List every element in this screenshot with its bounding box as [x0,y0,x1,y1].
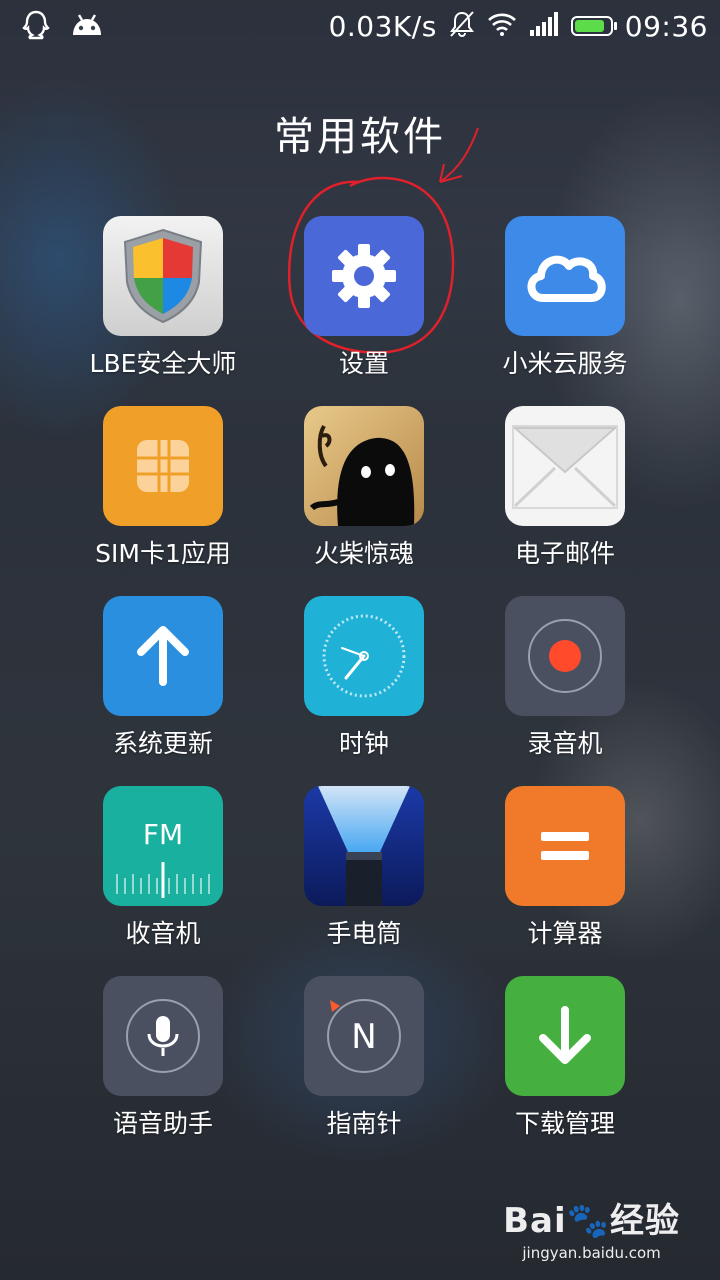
battery-icon [570,16,617,36]
app-label: 收音机 [125,919,201,948]
watermark-url: jingyan.baidu.com [522,1244,661,1262]
watermark-brand-cn: 经验 [610,1201,680,1241]
flashlight-icon [304,786,424,906]
cloud-icon [505,216,625,336]
app-label: 时钟 [338,729,389,758]
app-label: 火柴惊魂 [313,539,414,568]
app-system-update[interactable]: 系统更新 [63,596,263,776]
app-mi-cloud[interactable]: 小米云服务 [465,216,665,396]
watermark-brand-latin: Bai [503,1201,567,1241]
shield-icon [103,216,223,336]
app-label: 录音机 [527,729,603,758]
clock-time: 09:36 [624,9,708,43]
app-settings[interactable]: 设置 [264,216,464,396]
clock-icon [304,596,424,716]
qq-icon [22,10,50,44]
app-label: 计算器 [527,919,603,948]
folder-title[interactable]: 常用软件 [0,104,720,162]
app-email[interactable]: 电子邮件 [465,406,665,586]
baidu-jingyan-watermark: Bai🐾经验 jingyan.baidu.com [503,1193,680,1262]
app-compass[interactable]: N 指南针 [264,976,464,1156]
app-label: 下载管理 [514,1109,615,1138]
arrow-up-icon [103,596,223,716]
app-calculator[interactable]: 计算器 [465,786,665,966]
app-lbe-security[interactable]: LBE安全大师 [63,216,263,396]
sim-card-icon [103,406,223,526]
app-label: 设置 [338,349,389,378]
app-clock[interactable]: 时钟 [264,596,464,776]
paw-icon: 🐾 [566,1201,610,1241]
app-voice-assistant[interactable]: 语音助手 [63,976,263,1156]
app-label: LBE安全大师 [89,349,237,378]
status-bar: 0.03K/s 09:36 [0,0,720,52]
gear-icon [304,216,424,336]
fm-radio-icon: FM [103,786,223,906]
app-recorder[interactable]: 录音机 [465,596,665,776]
arrow-down-icon [505,976,625,1096]
signal-icon [529,12,559,40]
compass-icon: N [304,976,424,1096]
app-fm-radio[interactable]: FM 收音机 [63,786,263,966]
envelope-icon [505,406,625,526]
svg-text:FM: FM [143,818,183,851]
app-label: 小米云服务 [502,349,628,378]
record-icon [505,596,625,716]
battery-level [574,20,604,32]
svg-text:N: N [351,1017,376,1057]
app-label: 电子邮件 [514,539,615,568]
app-label: 系统更新 [112,729,213,758]
wifi-icon [487,12,517,40]
game-character-icon [304,406,424,526]
app-label: 语音助手 [112,1109,213,1138]
app-download-manager[interactable]: 下载管理 [465,976,665,1156]
android-icon [70,11,104,43]
equals-icon [505,786,625,906]
microphone-icon [103,976,223,1096]
app-label: SIM卡1应用 [95,539,231,568]
app-matchstick-horror-game[interactable]: 火柴惊魂 [264,406,464,586]
network-speed: 0.03K/s [328,9,437,43]
mute-bell-icon [449,10,475,42]
app-flashlight[interactable]: 手电筒 [264,786,464,966]
app-label: 指南针 [326,1109,402,1138]
app-sim-card[interactable]: SIM卡1应用 [63,406,263,586]
app-label: 手电筒 [326,919,402,948]
